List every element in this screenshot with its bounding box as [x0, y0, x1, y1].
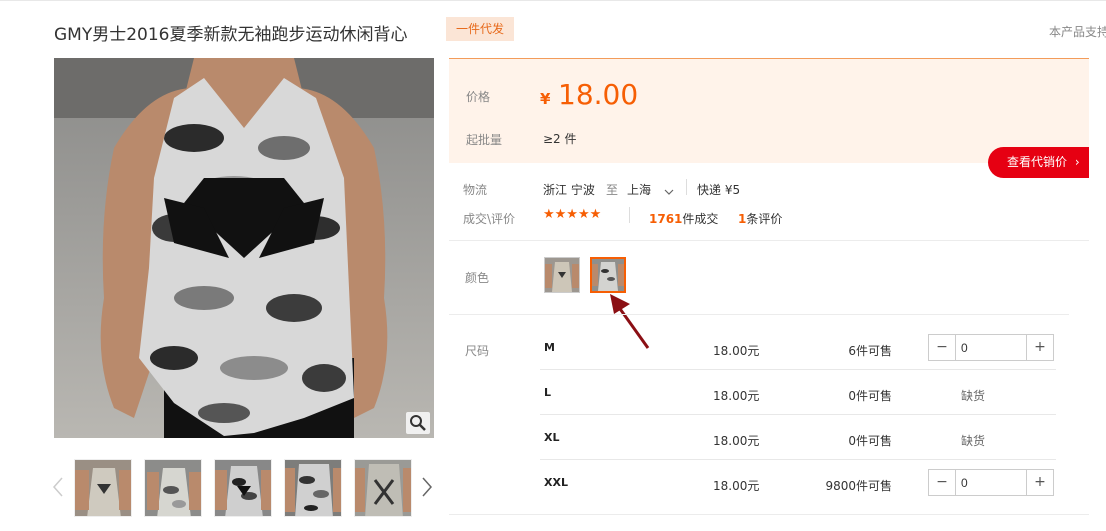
- sold-info[interactable]: 1761件成交: [649, 210, 718, 227]
- row-divider: [540, 414, 1056, 415]
- color-option-1[interactable]: [544, 257, 580, 293]
- color-option-2-selected[interactable]: [590, 257, 626, 293]
- chevron-down-icon[interactable]: [663, 183, 675, 202]
- review-suffix: 条评价: [746, 212, 783, 226]
- divider: [629, 207, 630, 223]
- ship-from: 浙江 宁波: [543, 183, 595, 197]
- magnifier-icon[interactable]: [406, 412, 430, 434]
- quantity-stepper[interactable]: − +: [928, 334, 1054, 361]
- top-divider: [0, 0, 1106, 1]
- size-label: 尺码: [465, 344, 490, 358]
- dropship-badge: 一件代发: [446, 17, 514, 41]
- size-name: XXL: [544, 476, 568, 489]
- main-product-image[interactable]: [54, 58, 434, 438]
- thumbnail-4[interactable]: [284, 459, 342, 517]
- color-label: 颜色: [465, 271, 490, 285]
- review-info[interactable]: 1条评价: [738, 210, 782, 227]
- out-of-stock-text: 缺货: [961, 434, 986, 448]
- chevron-right-icon: ›: [1074, 155, 1080, 169]
- price-panel: [449, 58, 1089, 163]
- currency-symbol: ¥: [540, 90, 551, 108]
- logistics-label: 物流: [463, 183, 488, 197]
- thumbnail-3[interactable]: [214, 459, 272, 517]
- out-of-stock-text: 缺货: [961, 389, 986, 403]
- plus-button[interactable]: +: [1026, 335, 1053, 360]
- size-price: 18.00元: [713, 434, 760, 448]
- thumbnail-5[interactable]: [354, 459, 412, 517]
- size-price: 18.00元: [713, 479, 760, 493]
- section-divider: [449, 314, 1069, 315]
- quantity-stepper[interactable]: − +: [928, 469, 1054, 496]
- chevron-right-icon[interactable]: [421, 476, 433, 502]
- size-stock: 6件可售: [848, 344, 892, 358]
- size-stock: 9800件可售: [825, 479, 892, 493]
- thumbnail-1[interactable]: [74, 459, 132, 517]
- thumbnail-2[interactable]: [144, 459, 202, 517]
- support-text: 本产品支持: [1049, 25, 1106, 39]
- size-name: XL: [544, 431, 560, 444]
- view-agent-price-button[interactable]: 查看代销价 ›: [988, 147, 1089, 178]
- ship-to-select[interactable]: 上海: [627, 181, 651, 198]
- sold-count: 1761: [649, 212, 683, 226]
- shipping-fee: 快递 ¥5: [697, 183, 741, 197]
- moq-value: ≥2 件: [543, 132, 577, 146]
- size-name: M: [544, 341, 555, 354]
- quantity-input[interactable]: [961, 476, 1021, 490]
- size-price: 18.00元: [713, 389, 760, 403]
- quantity-input[interactable]: [961, 341, 1021, 355]
- plus-button[interactable]: +: [1026, 470, 1053, 495]
- row-divider: [540, 459, 1056, 460]
- chevron-left-icon[interactable]: [52, 476, 64, 502]
- red-arrow-icon: [606, 292, 652, 356]
- moq-label: 起批量: [466, 133, 503, 147]
- minus-button[interactable]: −: [929, 335, 956, 360]
- size-stock: 0件可售: [848, 389, 892, 403]
- size-price: 18.00元: [713, 344, 760, 358]
- size-stock: 0件可售: [848, 434, 892, 448]
- row-divider: [540, 369, 1056, 370]
- product-title: GMY男士2016夏季新款无袖跑步运动休闲背心: [54, 25, 408, 45]
- to-word: 至: [606, 183, 619, 197]
- rating-stars: ★★★★★: [543, 207, 602, 222]
- sold-suffix: 件成交: [682, 212, 719, 226]
- deals-label: 成交\评价: [463, 212, 516, 226]
- divider: [686, 179, 687, 195]
- section-divider: [449, 514, 1089, 515]
- view-agent-price-label: 查看代销价: [1007, 155, 1068, 169]
- price-value: 18.00: [558, 78, 639, 111]
- price-label: 价格: [466, 90, 491, 104]
- minus-button[interactable]: −: [929, 470, 956, 495]
- size-name: L: [544, 386, 552, 399]
- section-divider: [449, 240, 1089, 241]
